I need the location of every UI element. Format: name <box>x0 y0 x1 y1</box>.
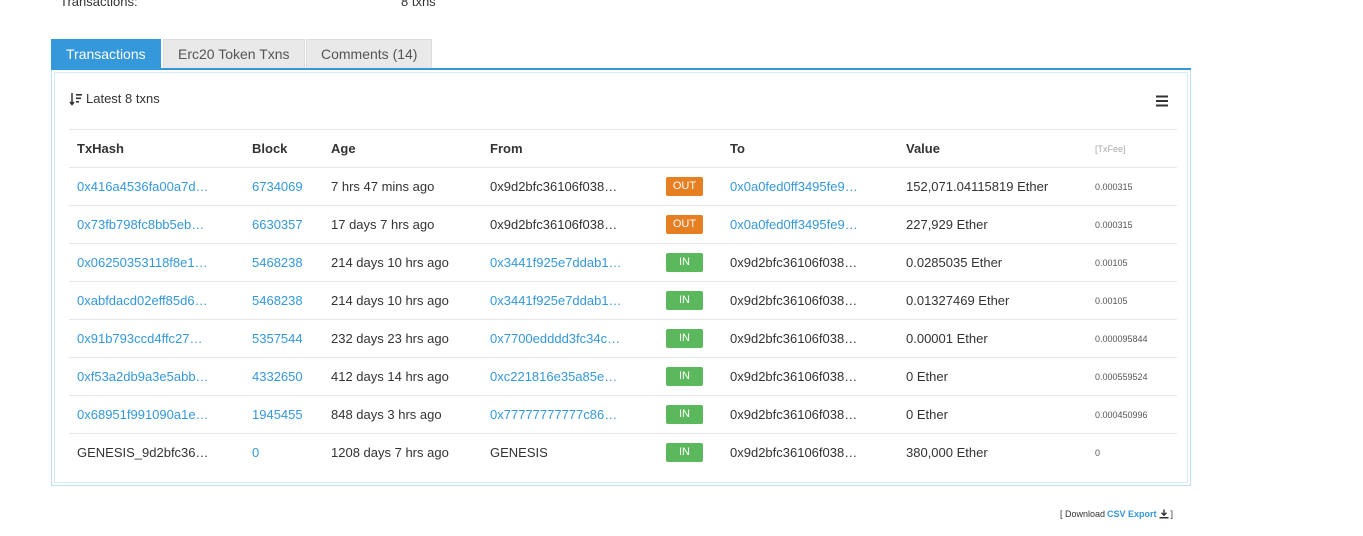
column-header-to: To <box>722 129 898 168</box>
txfee-cell: 0.00105 <box>1087 243 1177 282</box>
block-link[interactable]: 1945455 <box>252 407 303 422</box>
transactions-panel-inner: Latest 8 txns TxHash Block Age From To V… <box>54 72 1188 483</box>
txfee-cell: 0.000315 <box>1087 205 1177 244</box>
txfee-cell: 0.00105 <box>1087 281 1177 320</box>
latest-txns-summary: Latest 8 txns <box>69 91 160 106</box>
from-address-link[interactable]: 0x3441f925e7ddab1… <box>490 293 622 308</box>
direction-badge: IN <box>666 443 703 463</box>
block-link[interactable]: 0 <box>252 445 259 460</box>
value-cell: 0 Ether <box>898 357 1087 396</box>
transactions-panel: Latest 8 txns TxHash Block Age From To V… <box>51 70 1191 486</box>
column-header-txfee: [TxFee] <box>1087 129 1177 168</box>
direction-badge: IN <box>666 253 703 272</box>
txhash-link[interactable]: 0xf53a2db9a3e5abb… <box>77 369 209 384</box>
block-link[interactable]: 5468238 <box>252 293 303 308</box>
txhash-link[interactable]: 0x06250353118f8e1… <box>77 255 208 270</box>
txhash-link[interactable]: 0x91b793ccd4ffc27… <box>77 331 203 346</box>
from-address-link[interactable]: 0x7700edddd3fc34c… <box>490 331 620 346</box>
txhash-link[interactable]: 0x68951f991090a1e… <box>77 407 209 422</box>
to-cell: 0x9d2bfc36106f038… <box>722 357 898 396</box>
to-address-link[interactable]: 0x0a0fed0ff3495fe9… <box>730 217 858 232</box>
txfee-cell: 0.000559524 <box>1087 357 1177 396</box>
csv-export-row: [ Download CSV Export ] <box>1060 509 1173 519</box>
column-header-from: From <box>482 129 658 168</box>
block-link[interactable]: 5357544 <box>252 331 303 346</box>
age-cell: 1208 days 7 hrs ago <box>323 433 482 472</box>
transactions-count-value: 8 txns <box>401 0 436 9</box>
txhash-link[interactable]: 0x73fb798fc8bb5eb… <box>77 217 204 232</box>
value-cell: 380,000 Ether <box>898 433 1087 472</box>
table-row: 0x91b793ccd4ffc27… 5357544 232 days 23 h… <box>69 319 1177 358</box>
value-cell: 0.00001 Ether <box>898 319 1087 358</box>
tab-bar: Transactions Erc20 Token Txns Comments (… <box>51 39 1191 70</box>
to-cell: 0x9d2bfc36106f038… <box>722 281 898 320</box>
hamburger-menu-icon[interactable] <box>1155 95 1169 107</box>
block-link[interactable]: 6630357 <box>252 217 303 232</box>
to-address-link[interactable]: 0x0a0fed0ff3495fe9… <box>730 179 858 194</box>
direction-badge: IN <box>666 367 703 386</box>
value-cell: 0.01327469 Ether <box>898 281 1087 320</box>
age-cell: 214 days 10 hrs ago <box>323 243 482 282</box>
table-row: 0x68951f991090a1e… 1945455 848 days 3 hr… <box>69 395 1177 434</box>
column-header-value: Value <box>898 129 1087 168</box>
value-cell: 152,071.04115819 Ether <box>898 167 1087 206</box>
txhash-link[interactable]: 0x416a4536fa00a7d… <box>77 179 209 194</box>
age-cell: 412 days 14 hrs ago <box>323 357 482 396</box>
block-link[interactable]: 5468238 <box>252 255 303 270</box>
table-row: 0x06250353118f8e1… 5468238 214 days 10 h… <box>69 243 1177 282</box>
from-address-link[interactable]: 0x77777777777c86… <box>490 407 617 422</box>
download-icon[interactable] <box>1159 509 1169 519</box>
table-row: 0x73fb798fc8bb5eb… 6630357 17 days 7 hrs… <box>69 205 1177 244</box>
to-cell: 0x9d2bfc36106f038… <box>722 319 898 358</box>
transactions-count-label: Transactions: <box>60 0 138 9</box>
csv-download-suffix: ] <box>1170 509 1174 519</box>
column-header-block: Block <box>244 129 323 168</box>
tab-comments[interactable]: Comments (14) <box>306 39 433 68</box>
latest-txns-text: Latest 8 txns <box>86 91 160 106</box>
to-cell: 0x9d2bfc36106f038… <box>722 433 898 472</box>
table-row: 0xabfdacd02eff85d6… 5468238 214 days 10 … <box>69 281 1177 320</box>
direction-badge: IN <box>666 329 703 348</box>
txfee-cell: 0.000315 <box>1087 167 1177 206</box>
age-cell: 848 days 3 hrs ago <box>323 395 482 434</box>
age-cell: 214 days 10 hrs ago <box>323 281 482 320</box>
table-row: 0xf53a2db9a3e5abb… 4332650 412 days 14 h… <box>69 357 1177 396</box>
direction-badge: OUT <box>666 215 703 234</box>
direction-badge: IN <box>666 291 703 310</box>
tab-erc20-token-txns[interactable]: Erc20 Token Txns <box>163 39 305 68</box>
value-cell: 0 Ether <box>898 395 1087 434</box>
to-cell: 0x9d2bfc36106f038… <box>722 243 898 282</box>
from-address-link[interactable]: 0xc221816e35a85e… <box>490 369 617 384</box>
tab-transactions[interactable]: Transactions <box>51 39 161 68</box>
from-address-link[interactable]: 0x3441f925e7ddab1… <box>490 255 622 270</box>
txfee-cell: 0.000095844 <box>1087 319 1177 358</box>
to-cell: 0x9d2bfc36106f038… <box>722 395 898 434</box>
csv-export-link[interactable]: CSV Export <box>1107 509 1157 519</box>
block-link[interactable]: 6734069 <box>252 179 303 194</box>
from-cell: 0x9d2bfc36106f038… <box>482 167 658 206</box>
age-cell: 7 hrs 47 mins ago <box>323 167 482 206</box>
transactions-table: TxHash Block Age From To Value [TxFee] 0… <box>69 129 1177 472</box>
value-cell: 0.0285035 Ether <box>898 243 1087 282</box>
csv-download-prefix: [ Download <box>1060 509 1106 519</box>
txhash-link[interactable]: 0xabfdacd02eff85d6… <box>77 293 208 308</box>
column-header-age: Age <box>323 129 482 168</box>
from-cell: 0x9d2bfc36106f038… <box>482 205 658 244</box>
age-cell: 17 days 7 hrs ago <box>323 205 482 244</box>
age-cell: 232 days 23 hrs ago <box>323 319 482 358</box>
table-header-row: TxHash Block Age From To Value [TxFee] <box>69 129 1177 168</box>
txfee-cell: 0.000450996 <box>1087 395 1177 434</box>
value-cell: 227,929 Ether <box>898 205 1087 244</box>
column-header-direction <box>658 129 722 168</box>
direction-badge: IN <box>666 405 703 424</box>
sort-icon <box>69 92 82 106</box>
table-row: 0x416a4536fa00a7d… 6734069 7 hrs 47 mins… <box>69 167 1177 206</box>
direction-badge: OUT <box>666 177 703 196</box>
block-link[interactable]: 4332650 <box>252 369 303 384</box>
column-header-txhash: TxHash <box>69 129 244 168</box>
txhash-cell: GENESIS_9d2bfc36… <box>69 433 244 472</box>
txfee-cell: 0 <box>1087 433 1177 472</box>
table-row: GENESIS_9d2bfc36… 0 1208 days 7 hrs ago … <box>69 433 1177 472</box>
from-cell: GENESIS <box>482 433 658 472</box>
